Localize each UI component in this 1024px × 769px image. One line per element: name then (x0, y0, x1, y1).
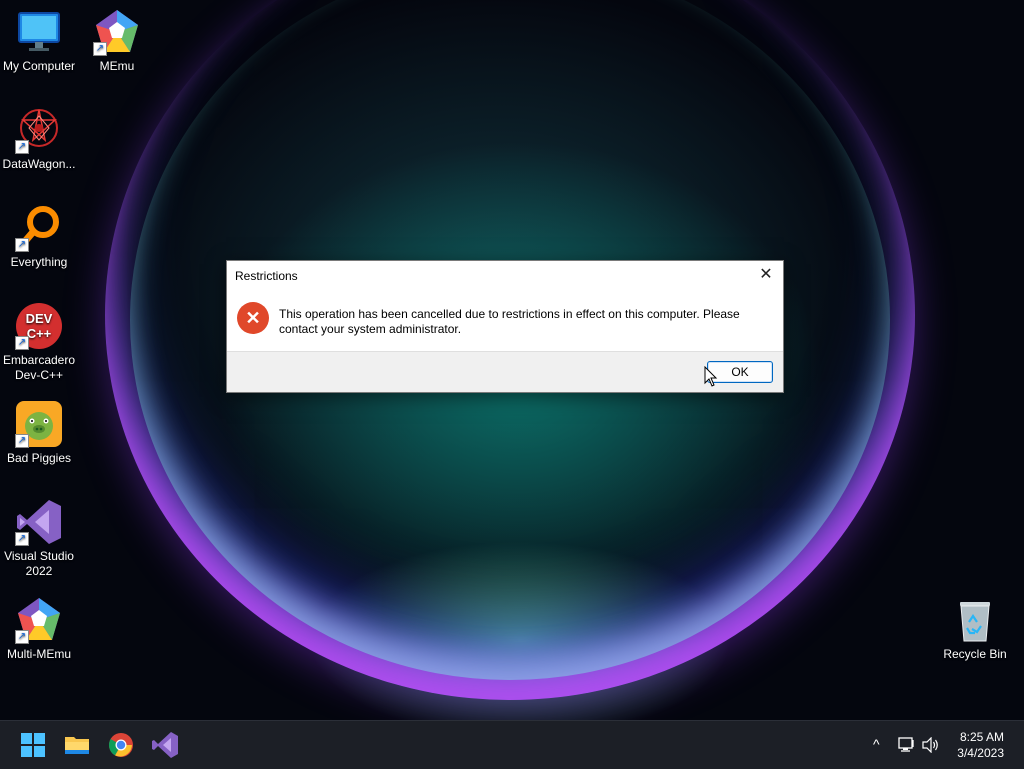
desktop-icon-devcpp[interactable]: DEV C++ ↗ Embarcadero Dev-C++ (0, 302, 78, 383)
desktop-icon-bad-piggies[interactable]: ↗ Bad Piggies (0, 400, 78, 466)
visual-studio-icon[interactable] (151, 731, 179, 759)
memu-icon: ↗ (93, 8, 141, 56)
desktop-icon-label: My Computer (2, 59, 76, 73)
shortcut-arrow-icon: ↗ (15, 336, 29, 350)
shortcut-arrow-icon: ↗ (15, 630, 29, 644)
dialog-message: This operation has been cancelled due to… (279, 307, 740, 336)
multi-memu-icon: ↗ (15, 596, 63, 644)
desktop-icon-label: Embarcadero Dev-C++ (2, 353, 76, 382)
shortcut-arrow-icon: ↗ (93, 42, 107, 56)
start-icon[interactable] (19, 731, 47, 759)
desktop-icon-label: Bad Piggies (6, 451, 72, 465)
datawagon-icon: ↗ (15, 106, 63, 154)
clock-time: 8:25 AM (959, 730, 1004, 744)
desktop-icon-datawagon[interactable]: ↗ DataWagon... (0, 106, 78, 172)
desktop-icon-multi-memu[interactable]: ↗ Multi-MEmu (0, 596, 78, 662)
error-icon: ✕ (237, 302, 269, 334)
shortcut-arrow-icon: ↗ (15, 238, 29, 252)
desktop-icon-label: Everything (10, 255, 68, 269)
taskbar-clock[interactable]: 8:25 AM 3/4/2023 (957, 729, 1004, 761)
desktop-icon-memu[interactable]: ↗ MEmu (78, 8, 156, 74)
desktop-icon-recycle-bin[interactable]: Recycle Bin (936, 596, 1014, 662)
file-explorer-icon[interactable] (63, 731, 91, 759)
desktop-icon-everything[interactable]: ↗ Everything (0, 204, 78, 270)
volume-icon[interactable] (920, 721, 942, 769)
shortcut-arrow-icon: ↗ (15, 434, 29, 448)
devcpp-icon: DEV C++ ↗ (15, 302, 63, 350)
desktop-icon-visual-studio[interactable]: ↗ Visual Studio 2022 (0, 498, 78, 579)
bad-piggies-icon: ↗ (15, 400, 63, 448)
everything-search-icon: ↗ (15, 204, 63, 252)
dialog-button-bar: OK (227, 351, 783, 392)
dialog-title: Restrictions (235, 269, 298, 283)
desktop-icon-label: Multi-MEmu (6, 647, 71, 661)
show-hidden-icons-button[interactable]: ^ (870, 721, 888, 769)
visual-studio-icon: ↗ (15, 498, 63, 546)
desktop-icon-label: Visual Studio 2022 (4, 549, 74, 578)
clock-date: 3/4/2023 (957, 746, 1004, 760)
chrome-icon[interactable] (107, 731, 135, 759)
restrictions-dialog: Restrictions ✕ ✕ This operation has been… (226, 260, 784, 393)
desktop-icon-label: MEmu (99, 59, 135, 73)
desktop-icon-label: DataWagon... (2, 157, 76, 171)
chevron-up-icon: ^ (873, 736, 880, 752)
close-button[interactable]: ✕ (755, 265, 777, 285)
desktop-icon-my-computer[interactable]: My Computer (0, 8, 78, 74)
taskbar: ^ 8:25 AM 3/4/2023 (0, 720, 1024, 769)
shortcut-arrow-icon: ↗ (15, 140, 29, 154)
desktop-icon-label: Recycle Bin (943, 647, 1007, 661)
network-icon[interactable] (896, 721, 918, 769)
shortcut-arrow-icon: ↗ (15, 532, 29, 546)
monitor-icon (15, 8, 63, 56)
recycle-bin-icon (951, 596, 999, 644)
